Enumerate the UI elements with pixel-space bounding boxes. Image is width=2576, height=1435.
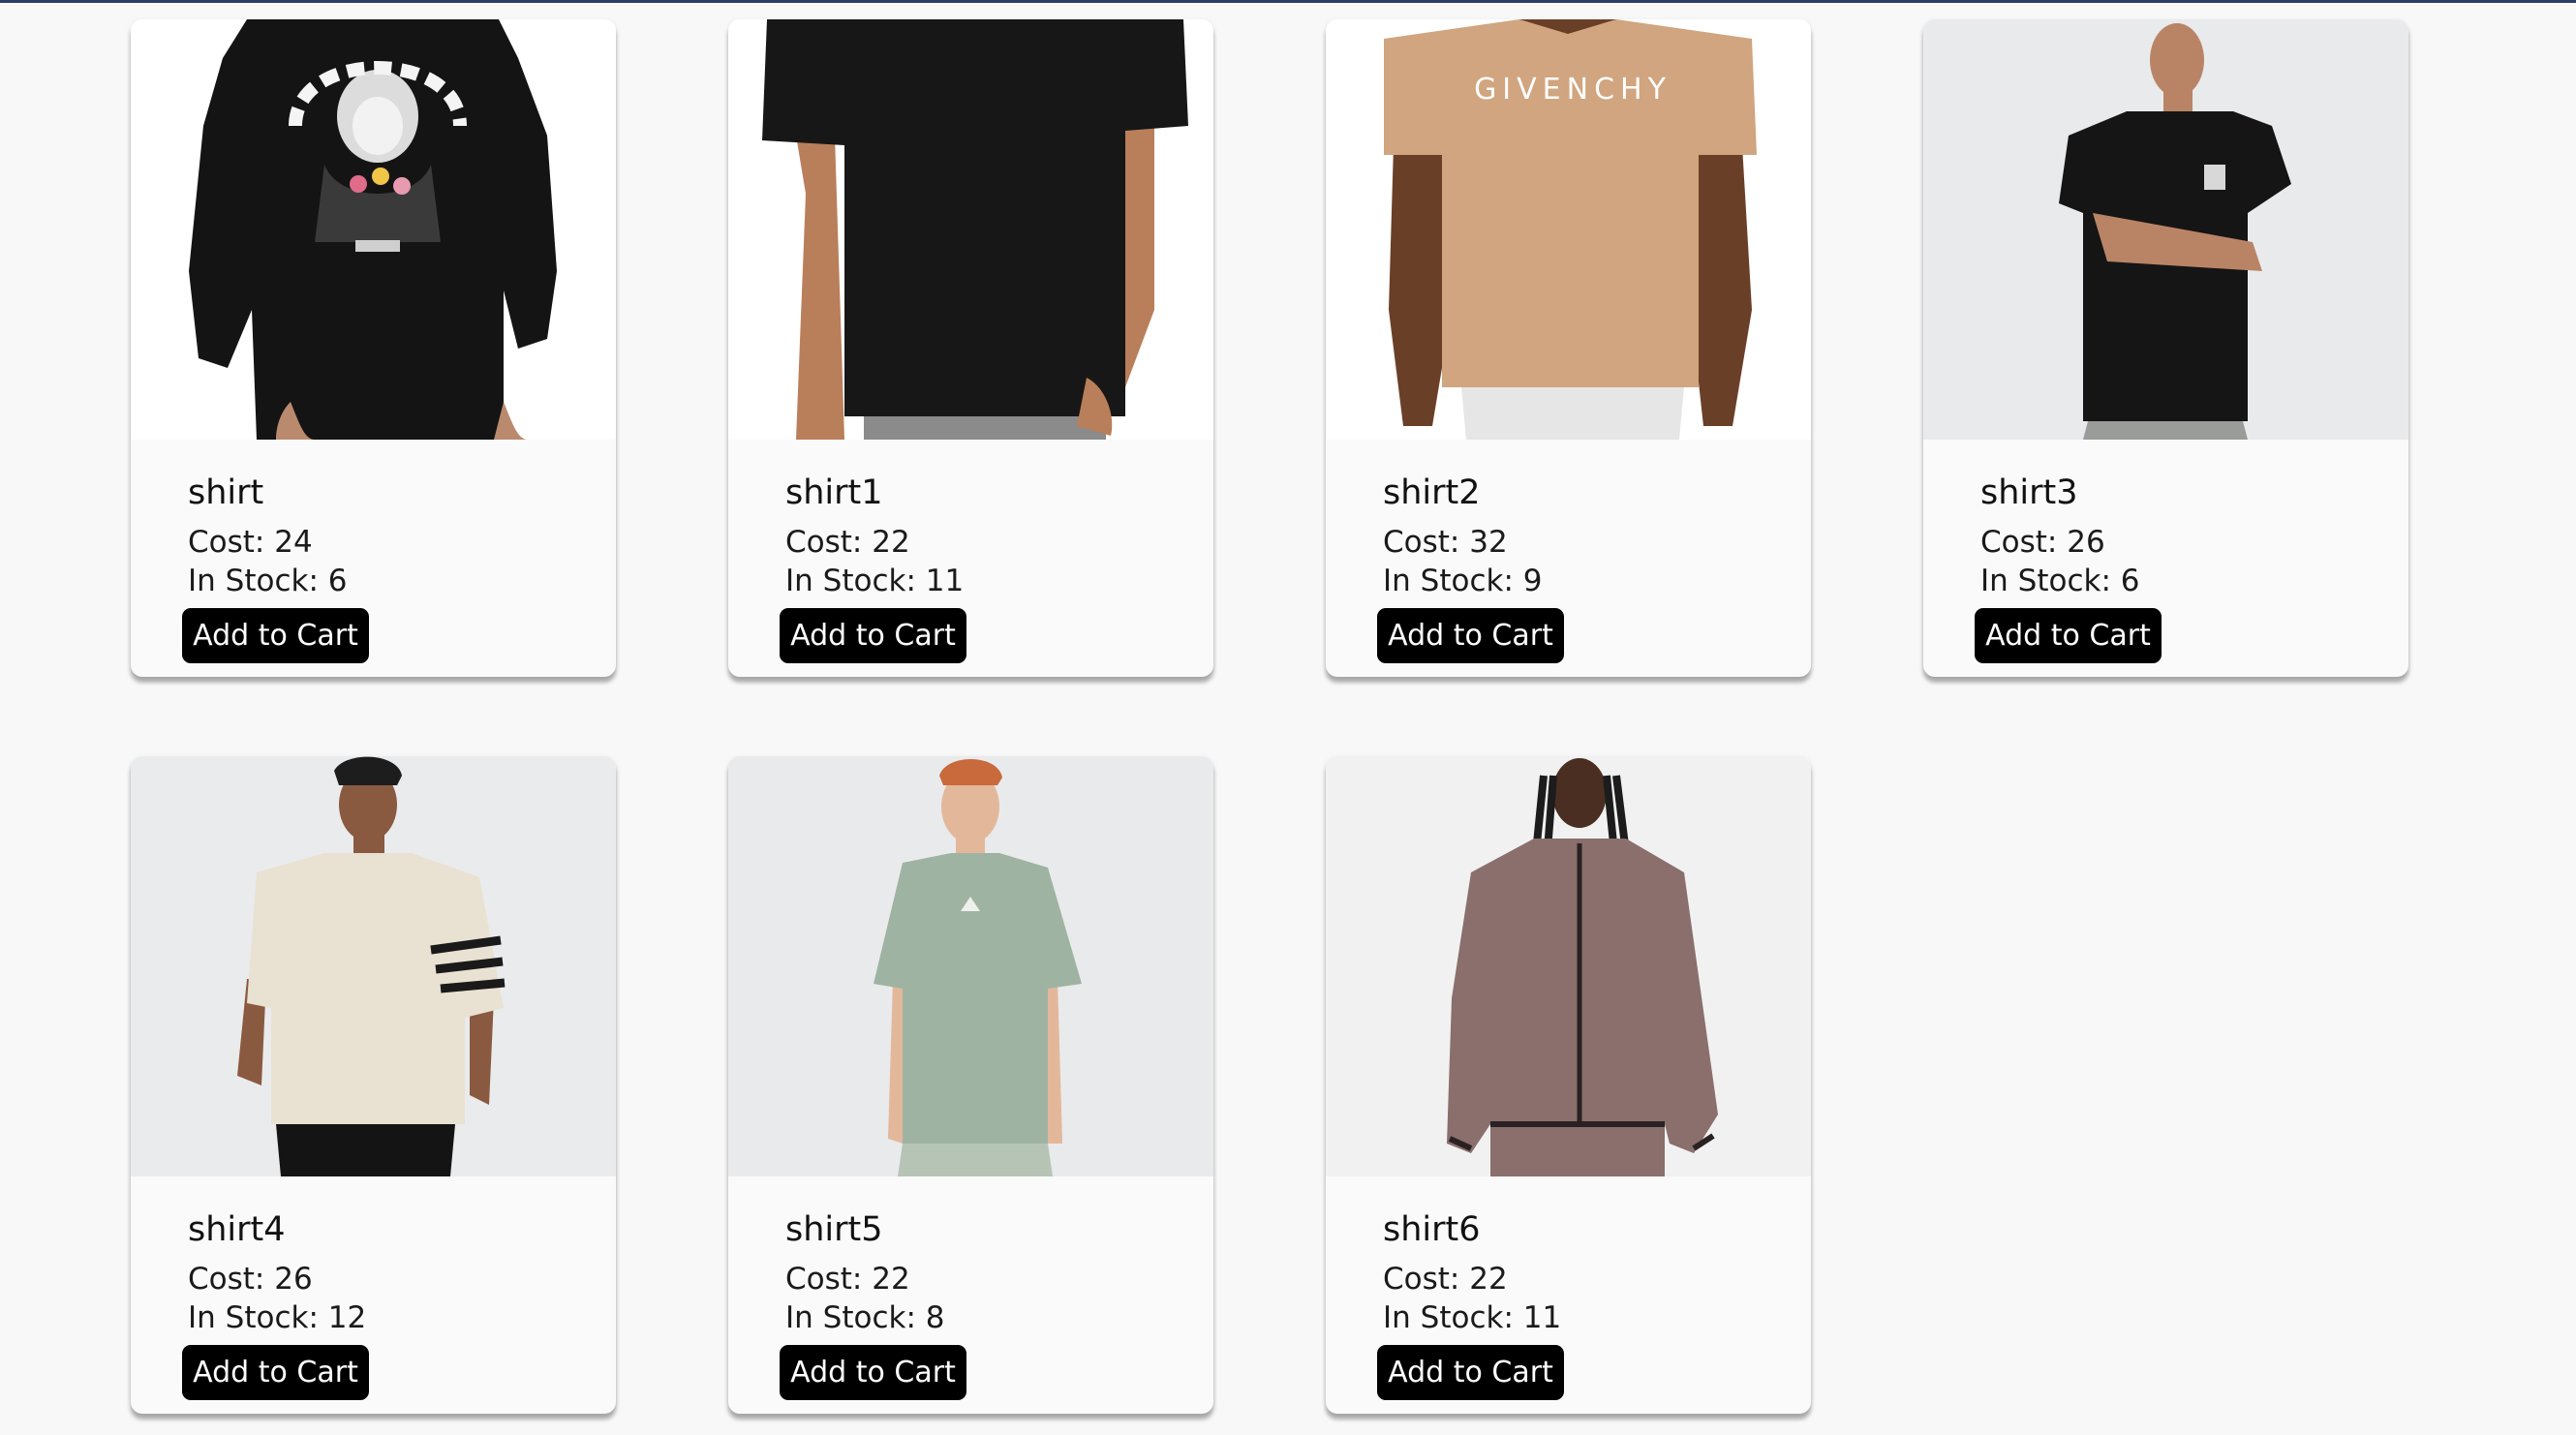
product-image[interactable]	[728, 19, 1213, 440]
add-to-cart-button[interactable]: Add to Cart	[182, 608, 369, 663]
add-to-cart-button[interactable]: Add to Cart	[780, 608, 966, 663]
cream-tshirt-model-photo	[131, 756, 616, 1176]
product-card: shirt5 Cost: 22 In Stock: 8 Add to Cart	[728, 756, 1213, 1414]
black-tshirt-model-photo	[1923, 19, 2408, 440]
add-to-cart-button[interactable]: Add to Cart	[182, 1345, 369, 1400]
black-tshirt-photo	[728, 19, 1213, 440]
add-to-cart-button[interactable]: Add to Cart	[1975, 608, 2162, 663]
product-card: shirt1 Cost: 22 In Stock: 11 Add to Cart	[728, 19, 1213, 677]
product-cost: Cost: 32	[1383, 525, 1508, 560]
product-image[interactable]	[131, 756, 616, 1176]
product-stock: In Stock: 6	[188, 564, 348, 598]
product-stock: In Stock: 6	[1980, 564, 2140, 598]
product-name: shirt4	[188, 1210, 286, 1249]
product-grid: shirt Cost: 24 In Stock: 6 Add to Cart s…	[0, 0, 2576, 1435]
black-longsleeve-shirt-photo	[131, 19, 616, 440]
product-image[interactable]: GIVENCHY	[1326, 19, 1811, 440]
tan-givenchy-tshirt-photo: GIVENCHY	[1326, 19, 1811, 440]
product-stock: In Stock: 12	[188, 1300, 367, 1335]
product-image[interactable]	[131, 19, 616, 440]
product-card: shirt4 Cost: 26 In Stock: 12 Add to Cart	[131, 756, 616, 1414]
product-stock: In Stock: 8	[785, 1300, 945, 1335]
product-cost: Cost: 22	[1383, 1262, 1508, 1297]
product-image[interactable]	[1923, 19, 2408, 440]
product-cost: Cost: 26	[1980, 525, 2105, 560]
product-card: shirt Cost: 24 In Stock: 6 Add to Cart	[131, 19, 616, 677]
product-name: shirt5	[785, 1210, 883, 1249]
product-name: shirt1	[785, 473, 883, 512]
product-name: shirt2	[1383, 473, 1481, 512]
product-name: shirt	[188, 473, 264, 512]
sage-tshirt-model-photo	[728, 756, 1213, 1176]
product-stock: In Stock: 11	[1383, 1300, 1562, 1335]
add-to-cart-button[interactable]: Add to Cart	[1377, 608, 1564, 663]
product-stock: In Stock: 11	[785, 564, 965, 598]
product-card: shirt3 Cost: 26 In Stock: 6 Add to Cart	[1923, 19, 2408, 677]
product-stock: In Stock: 9	[1383, 564, 1543, 598]
product-name: shirt6	[1383, 1210, 1481, 1249]
add-to-cart-button[interactable]: Add to Cart	[780, 1345, 966, 1400]
product-cost: Cost: 22	[785, 525, 910, 560]
product-cost: Cost: 26	[188, 1262, 313, 1297]
product-image[interactable]	[728, 756, 1213, 1176]
mauve-zip-jacket-photo	[1326, 756, 1811, 1176]
product-card: GIVENCHY shirt2 Cost: 32 In Stock: 9 Add…	[1326, 19, 1811, 677]
product-image[interactable]	[1326, 756, 1811, 1176]
product-card: shirt6 Cost: 22 In Stock: 11 Add to Cart	[1326, 756, 1811, 1414]
add-to-cart-button[interactable]: Add to Cart	[1377, 1345, 1564, 1400]
product-cost: Cost: 22	[785, 1262, 910, 1297]
svg-text:GIVENCHY: GIVENCHY	[1474, 73, 1671, 107]
product-cost: Cost: 24	[188, 525, 313, 560]
product-name: shirt3	[1980, 473, 2078, 512]
